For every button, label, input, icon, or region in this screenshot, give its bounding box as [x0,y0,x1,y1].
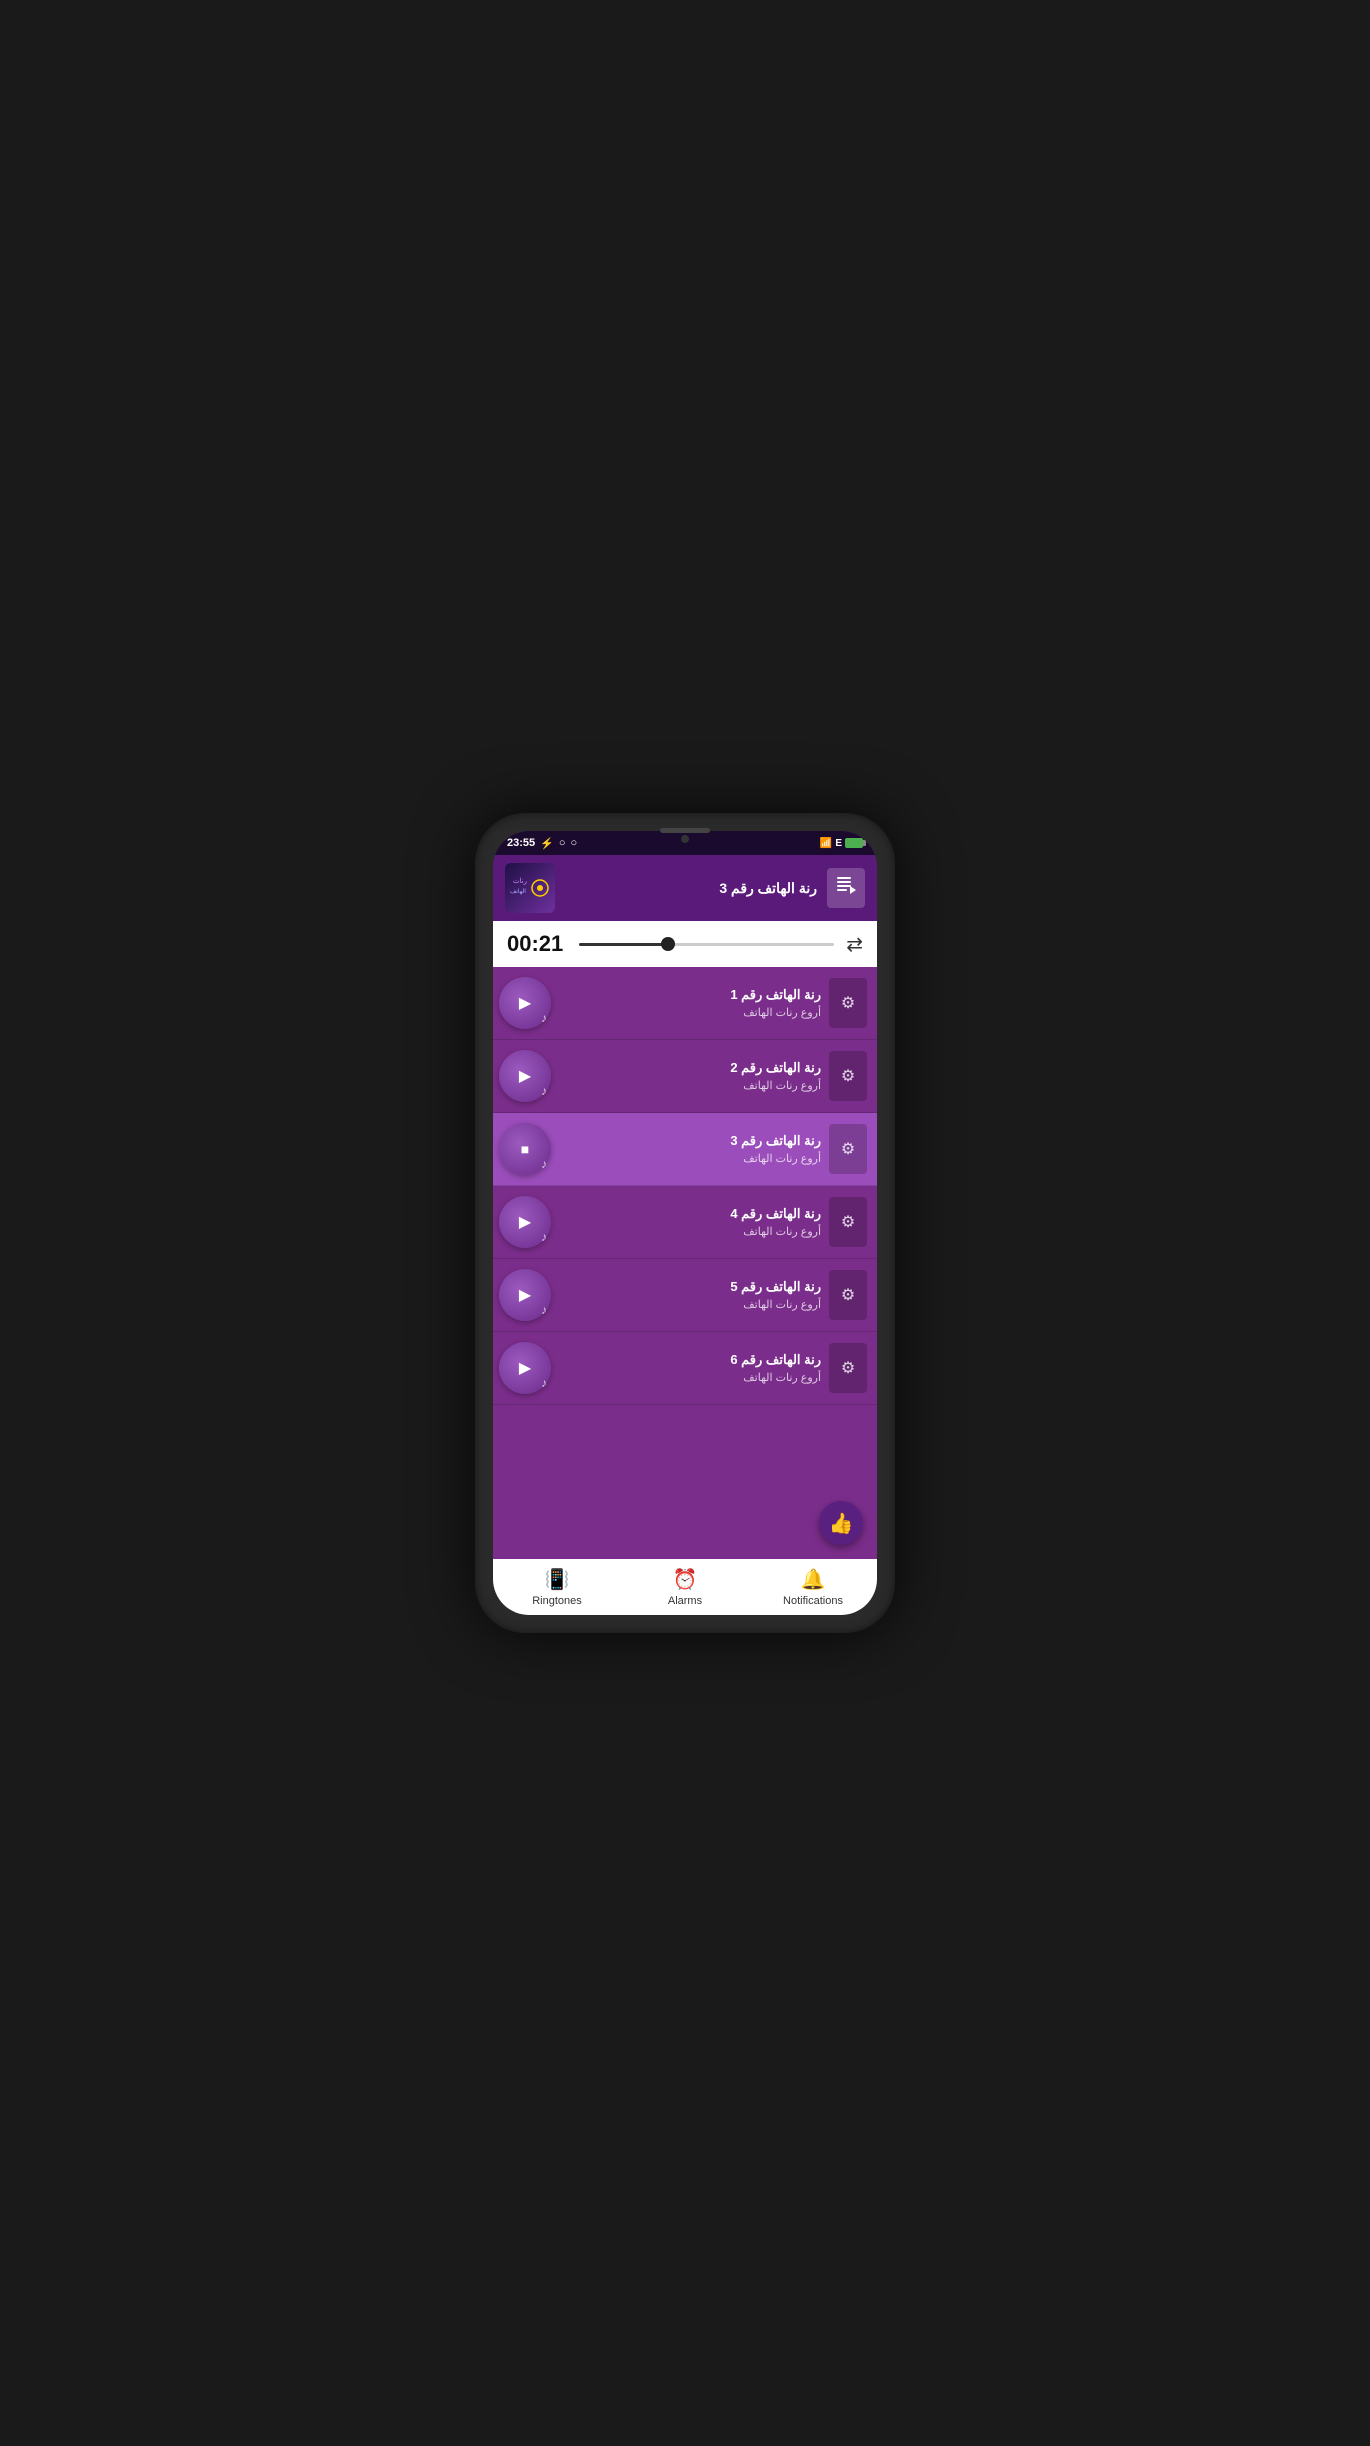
gear-icon: ⚙ [841,1358,855,1378]
play-button-6[interactable]: ▶ [499,1342,551,1394]
bottom-nav: 📳 Ringtones ⏰ Alarms 🔔 Notifications [493,1559,877,1615]
notifications-icon: 🔔 [801,1567,826,1592]
queue-icon[interactable] [827,868,865,908]
song-info-3: رنة الهاتف رقم 3 أروع رنات الهاتف [559,1133,821,1165]
song-info-1: رنة الهاتف رقم 1 أروع رنات الهاتف [559,987,821,1019]
play-button-1[interactable]: ▶ [499,977,551,1029]
song-info-6: رنة الهاتف رقم 6 أروع رنات الهاتف [559,1352,821,1384]
play-icon: ▶ [519,1066,531,1086]
status-right: 📶 E [820,838,863,849]
song-item-2[interactable]: ▶ رنة الهاتف رقم 2 أروع رنات الهاتف ⚙ [493,1040,877,1113]
settings-button-5[interactable]: ⚙ [829,1270,867,1320]
svg-text:رنات: رنات [513,877,527,885]
progress-bar-area: 00:21 ⇄ [493,921,877,967]
fab-thumbs-up[interactable]: 👍 [819,1501,863,1545]
song-info-5: رنة الهاتف رقم 5 أروع رنات الهاتف [559,1279,821,1311]
lightning-icon: ⚡ [540,837,554,850]
progress-track[interactable] [579,943,834,946]
ringtones-icon: 📳 [545,1567,570,1592]
nav-item-ringtones[interactable]: 📳 Ringtones [493,1567,621,1607]
play-button-4[interactable]: ▶ [499,1196,551,1248]
song-subtitle-1: أروع رنات الهاتف [559,1006,821,1019]
settings-button-6[interactable]: ⚙ [829,1343,867,1393]
svg-text:الهاتف: الهاتف [510,888,526,895]
settings-button-2[interactable]: ⚙ [829,1051,867,1101]
song-item-1[interactable]: ▶ رنة الهاتف رقم 1 أروع رنات الهاتف ⚙ [493,967,877,1040]
thumbs-up-icon: 👍 [829,1511,854,1536]
song-subtitle-5: أروع رنات الهاتف [559,1298,821,1311]
progress-fill [579,943,668,946]
gear-icon: ⚙ [841,1139,855,1159]
song-title-6: رنة الهاتف رقم 6 [559,1352,821,1368]
nav-item-notifications[interactable]: 🔔 Notifications [749,1567,877,1607]
speaker-grille [660,828,710,833]
song-info-4: رنة الهاتف رقم 4 أروع رنات الهاتف [559,1206,821,1238]
gear-icon: ⚙ [841,1066,855,1086]
phone-frame: 23:55 ⚡ ○ ○ 📶 E [475,813,895,1633]
song-item-3[interactable]: ■ رنة الهاتف رقم 3 أروع رنات الهاتف ⚙ [493,1113,877,1186]
gear-icon: ⚙ [841,1212,855,1232]
song-title-4: رنة الهاتف رقم 4 [559,1206,821,1222]
nav-item-alarms[interactable]: ⏰ Alarms [621,1567,749,1607]
notifications-label: Notifications [783,1595,843,1607]
gear-icon: ⚙ [841,1285,855,1305]
repeat-icon[interactable]: ⇄ [846,932,863,957]
signal-icon: 📶 [820,838,832,849]
phone-screen: 23:55 ⚡ ○ ○ 📶 E [493,831,877,1615]
gear-icon: ⚙ [841,993,855,1013]
settings-button-3[interactable]: ⚙ [829,1124,867,1174]
song-info-2: رنة الهاتف رقم 2 أروع رنات الهاتف [559,1060,821,1092]
battery-icon [845,838,863,848]
alarms-icon: ⏰ [673,1567,698,1592]
play-icon: ▶ [519,1285,531,1305]
song-item-4[interactable]: ▶ رنة الهاتف رقم 4 أروع رنات الهاتف ⚙ [493,1186,877,1259]
time-display: 00:21 [507,931,567,957]
song-title-5: رنة الهاتف رقم 5 [559,1279,821,1295]
settings-button-1[interactable]: ⚙ [829,978,867,1028]
song-subtitle-3: أروع رنات الهاتف [559,1152,821,1165]
song-title-2: رنة الهاتف رقم 2 [559,1060,821,1076]
song-subtitle-4: أروع رنات الهاتف [559,1225,821,1238]
song-title-3: رنة الهاتف رقم 3 [559,1133,821,1149]
play-button-2[interactable]: ▶ [499,1050,551,1102]
song-list: ▶ رنة الهاتف رقم 1 أروع رنات الهاتف ⚙ ▶ رنة ا… [493,967,877,1559]
camera-notch [681,835,689,843]
settings-button-4[interactable]: ⚙ [829,1197,867,1247]
song-item-6[interactable]: ▶ رنة الهاتف رقم 6 أروع رنات الهاتف ⚙ [493,1332,877,1405]
song-subtitle-2: أروع رنات الهاتف [559,1079,821,1092]
stop-icon: ■ [521,1141,529,1157]
network-type: E [835,838,842,849]
status-time: 23:55 [507,837,535,849]
album-art-thumbnail: رنات الهاتف [505,863,555,913]
now-playing-header: رنات الهاتف رنة الهاتف رقم 3 [493,855,877,921]
play-icon: ▶ [519,1212,531,1232]
stop-button-3[interactable]: ■ [499,1123,551,1175]
song-subtitle-6: أروع رنات الهاتف [559,1371,821,1384]
circle-icon-1: ○ [559,837,566,849]
now-playing-title: رنة الهاتف رقم 3 [565,880,817,897]
ringtones-label: Ringtones [532,1595,582,1607]
play-button-5[interactable]: ▶ [499,1269,551,1321]
play-icon: ▶ [519,1358,531,1378]
circle-icon-2: ○ [571,837,578,849]
status-left: 23:55 ⚡ ○ ○ [507,837,577,850]
play-icon: ▶ [519,993,531,1013]
song-title-1: رنة الهاتف رقم 1 [559,987,821,1003]
alarms-label: Alarms [668,1595,702,1607]
progress-thumb[interactable] [661,937,675,951]
song-item-5[interactable]: ▶ رنة الهاتف رقم 5 أروع رنات الهاتف ⚙ [493,1259,877,1332]
